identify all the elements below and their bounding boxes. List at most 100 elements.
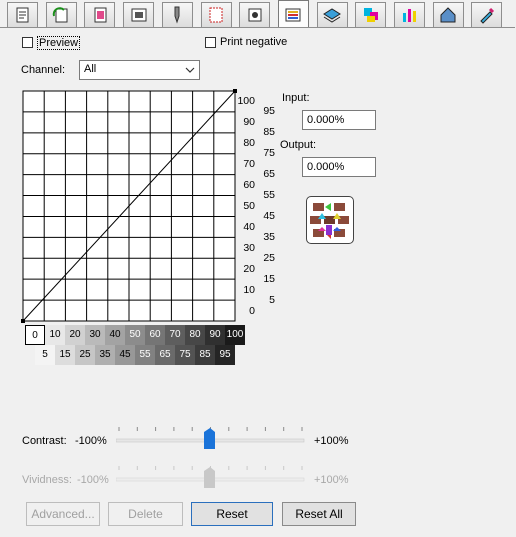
preview-label[interactable]: Preview [37, 36, 81, 50]
output-field[interactable]: 0.000% [302, 157, 376, 177]
tab-crop-target[interactable] [239, 2, 271, 27]
tab-cmyk-squares[interactable] [355, 2, 387, 27]
gray-swatch[interactable]: 55 [135, 345, 155, 365]
curve-tick-label: 20 [243, 263, 255, 275]
curve-tick-label: 50 [243, 200, 255, 212]
color-adjust-icon [285, 8, 301, 21]
curve-tick-label: 25 [263, 252, 275, 264]
gray-swatch[interactable]: 10 [45, 325, 65, 345]
gray-swatch[interactable]: 0 [25, 325, 45, 345]
advanced-button[interactable]: Advanced... [26, 502, 100, 526]
vividness-max-label: +100% [314, 474, 349, 486]
gray-swatch[interactable]: 70 [165, 325, 185, 345]
gray-swatch[interactable]: 75 [175, 345, 195, 365]
color-page-icon [94, 7, 107, 23]
gray-swatch[interactable]: 25 [75, 345, 95, 365]
curve-control-point[interactable] [21, 319, 25, 323]
gray-swatch[interactable]: 15 [55, 345, 75, 365]
gray-swatch[interactable]: 50 [125, 325, 145, 345]
page-rotate-icon [52, 7, 68, 23]
curve-tick-label: 100 [237, 95, 255, 107]
contrast-slider[interactable] [116, 424, 306, 452]
contrast-label: Contrast: [22, 435, 67, 447]
tab-printer-paper[interactable] [7, 2, 38, 27]
printer-paper-icon [16, 7, 28, 23]
curve-tick-label: 10 [243, 284, 255, 296]
crop-target-icon [248, 8, 262, 22]
curve-tick-label: 85 [263, 126, 275, 138]
tab-ink-pen[interactable] [161, 2, 193, 27]
curve-tick-label: 30 [243, 242, 255, 254]
reset-all-button[interactable]: Reset All [282, 502, 356, 526]
tool-tab-bar [0, 0, 516, 28]
tab-film-frame[interactable] [123, 2, 155, 27]
gray-swatch[interactable]: 65 [155, 345, 175, 365]
tab-color-page[interactable] [84, 2, 116, 27]
print-negative-checkbox[interactable] [205, 37, 216, 48]
gray-swatch[interactable]: 95 [215, 345, 235, 365]
channel-select-value: All [84, 63, 97, 75]
gray-swatch[interactable]: 80 [185, 325, 205, 345]
curve-tick-label: 15 [263, 273, 275, 285]
vividness-min-label: -100% [77, 474, 109, 486]
curve-tick-label: 55 [263, 189, 275, 201]
tab-color-adjust[interactable] [277, 0, 309, 28]
gray-swatch[interactable]: 45 [115, 345, 135, 365]
color-balance-button[interactable] [306, 196, 354, 244]
tab-eyedropper[interactable] [471, 2, 503, 27]
output-label: Output: [280, 139, 317, 151]
contrast-min-label: -100% [75, 435, 107, 447]
curve-tick-label: 45 [263, 210, 275, 222]
curve-tick-label: 70 [243, 158, 255, 170]
reset-button[interactable]: Reset [191, 502, 273, 526]
input-field[interactable]: 0.000% [302, 110, 376, 130]
curve-tick-label: 35 [263, 231, 275, 243]
ink-pen-icon [174, 6, 180, 24]
layers-stack-icon [323, 8, 342, 23]
tab-page-rotate[interactable] [45, 2, 77, 27]
film-frame-icon [131, 8, 147, 22]
color-house-icon [440, 7, 456, 23]
ink-bars-icon [402, 9, 416, 22]
eyedropper-icon [480, 7, 494, 24]
curve-tick-label: 65 [263, 168, 275, 180]
preview-checkbox[interactable] [22, 37, 33, 48]
input-label: Input: [282, 92, 310, 104]
curve-tick-label: 80 [243, 137, 255, 149]
curve-tick-label: 75 [263, 147, 275, 159]
channel-select[interactable]: All [79, 60, 200, 80]
cmyk-squares-icon [363, 8, 378, 22]
delete-button[interactable]: Delete [108, 502, 183, 526]
tab-ink-bars[interactable] [394, 2, 425, 27]
vividness-slider[interactable] [116, 463, 306, 491]
gray-swatch[interactable]: 40 [105, 325, 125, 345]
gray-swatch[interactable]: 60 [145, 325, 165, 345]
vividness-slider-thumb [204, 467, 215, 488]
gray-swatch[interactable]: 90 [205, 325, 225, 345]
gray-swatch[interactable]: 85 [195, 345, 215, 365]
tab-color-house[interactable] [432, 2, 464, 27]
vividness-label: Vividness: [22, 474, 72, 486]
gray-swatch[interactable]: 35 [95, 345, 115, 365]
gray-swatch[interactable]: 100 [225, 325, 245, 345]
contrast-slider-thumb[interactable] [204, 428, 215, 449]
channel-label: Channel: [21, 64, 66, 76]
print-negative-label[interactable]: Print negative [220, 36, 287, 48]
curve-tick-label: 40 [243, 221, 255, 233]
bleed-marks-icon [209, 7, 223, 23]
curve-tick-label: 90 [243, 116, 255, 128]
contrast-max-label: +100% [314, 435, 349, 447]
gray-swatch[interactable]: 5 [35, 345, 55, 365]
curve-tick-label: 60 [243, 179, 255, 191]
curve-tick-label: 5 [269, 294, 275, 306]
curve-tick-label: 0 [249, 305, 255, 317]
gray-swatch[interactable]: 20 [65, 325, 85, 345]
color-balance-icon [310, 203, 349, 239]
tone-curve-graph[interactable] [20, 88, 240, 324]
chevron-down-icon [185, 67, 195, 73]
curve-control-point[interactable] [233, 89, 237, 93]
tab-layers-stack[interactable] [316, 2, 348, 27]
tab-bleed-marks[interactable] [200, 2, 232, 27]
curve-tick-label: 95 [263, 105, 275, 117]
gray-swatch[interactable]: 30 [85, 325, 105, 345]
